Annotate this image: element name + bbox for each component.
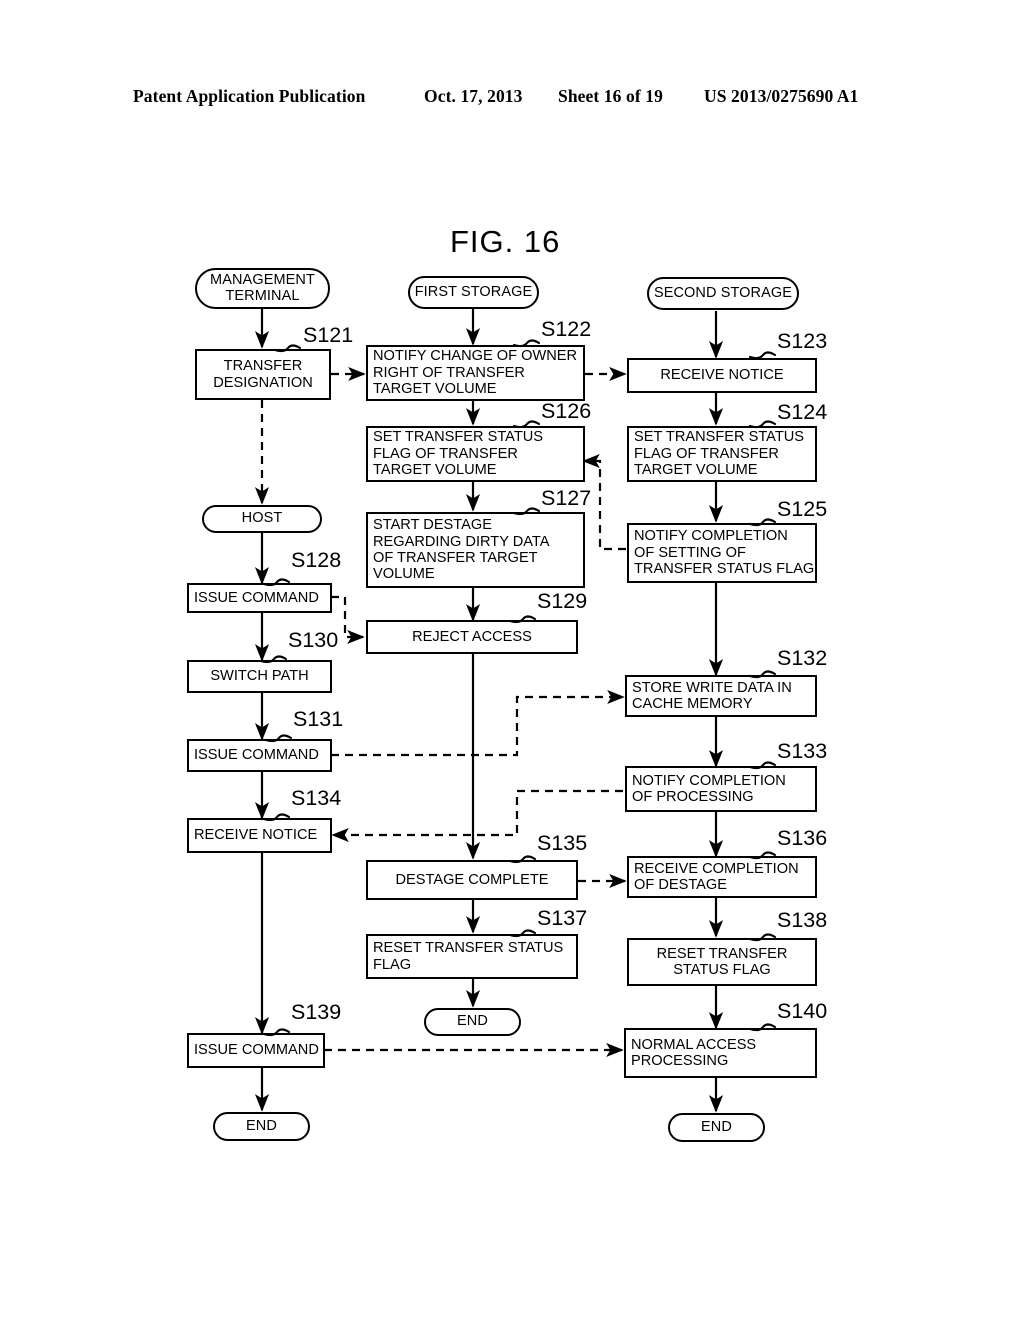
step-text: REJECT ACCESS <box>412 628 532 645</box>
step-s139-issue-command: ISSUE COMMAND <box>187 1033 325 1068</box>
step-label-s136: S136 <box>777 826 828 850</box>
step-text: SET TRANSFER STATUS FLAG OF TRANSFER TAR… <box>634 429 805 479</box>
step-label-s127: S127 <box>541 486 592 510</box>
step-label-s133: S133 <box>777 739 828 763</box>
lane-label: SECOND STORAGE <box>653 284 793 301</box>
step-text: NOTIFY COMPLETION OF SETTING OF TRANSFER… <box>634 528 815 578</box>
step-text: RECEIVE NOTICE <box>660 367 784 384</box>
step-s131-issue-command: ISSUE COMMAND <box>187 739 332 772</box>
step-text: TRANSFER DESIGNATION <box>213 358 313 391</box>
lane-host: HOST <box>202 505 322 533</box>
step-label-s132: S132 <box>777 646 828 670</box>
step-label-s126: S126 <box>541 399 592 423</box>
step-text: RECEIVE NOTICE <box>194 827 318 844</box>
lane-second-storage: SECOND STORAGE <box>647 277 799 310</box>
end-label: END <box>457 1013 488 1030</box>
step-label-s137: S137 <box>537 906 588 930</box>
step-label-s124: S124 <box>777 400 828 424</box>
end-label: END <box>701 1118 732 1135</box>
step-s136-receive-completion-destage: RECEIVE COMPLETION OF DESTAGE <box>627 856 817 898</box>
step-label-s121: S121 <box>303 323 354 347</box>
step-text: START DESTAGE REGARDING DIRTY DATA OF TR… <box>373 517 550 583</box>
step-s134-receive-notice: RECEIVE NOTICE <box>187 818 332 853</box>
step-s128-issue-command: ISSUE COMMAND <box>187 583 332 613</box>
step-s129-reject-access: REJECT ACCESS <box>366 620 578 654</box>
step-text: NOTIFY COMPLETION OF PROCESSING <box>632 772 786 805</box>
step-s124-set-transfer-status-flag: SET TRANSFER STATUS FLAG OF TRANSFER TAR… <box>627 426 817 482</box>
end-label: END <box>246 1117 277 1134</box>
step-text: ISSUE COMMAND <box>194 747 319 764</box>
step-label-s123: S123 <box>777 329 828 353</box>
flowchart-connectors <box>254 309 724 1113</box>
step-text: ISSUE COMMAND <box>194 1042 319 1059</box>
step-text: RECEIVE COMPLETION OF DESTAGE <box>634 860 799 893</box>
step-label-s130: S130 <box>288 628 339 652</box>
step-label-s128: S128 <box>291 548 342 572</box>
step-s122-notify-change-owner-right: NOTIFY CHANGE OF OWNER RIGHT OF TRANSFER… <box>366 345 585 401</box>
end-node-second-storage: END <box>668 1113 765 1142</box>
step-label-s122: S122 <box>541 317 592 341</box>
lane-management-terminal: MANAGEMENT TERMINAL <box>195 268 330 309</box>
step-label-s134: S134 <box>291 786 342 810</box>
step-label-s140: S140 <box>777 999 828 1023</box>
step-text: DESTAGE COMPLETE <box>395 871 549 888</box>
step-s123-receive-notice: RECEIVE NOTICE <box>627 358 817 393</box>
lane-label: HOST <box>241 510 283 527</box>
step-s137-reset-transfer-status-flag: RESET TRANSFER STATUS FLAG <box>366 934 578 979</box>
step-s121-transfer-designation: TRANSFER DESIGNATION <box>195 349 331 400</box>
step-text: STORE WRITE DATA IN CACHE MEMORY <box>632 679 792 712</box>
step-label-s138: S138 <box>777 908 828 932</box>
step-label-s135: S135 <box>537 831 588 855</box>
step-text: NORMAL ACCESS PROCESSING <box>631 1036 757 1069</box>
step-s133-notify-completion-processing: NOTIFY COMPLETION OF PROCESSING <box>625 766 817 812</box>
step-s140-normal-access-processing: NORMAL ACCESS PROCESSING <box>624 1028 817 1078</box>
patent-sheet: Patent Application Publication Oct. 17, … <box>0 0 1024 1320</box>
step-s125-notify-completion-setting: NOTIFY COMPLETION OF SETTING OF TRANSFER… <box>627 523 817 583</box>
step-s135-destage-complete: DESTAGE COMPLETE <box>366 860 578 900</box>
step-text: SET TRANSFER STATUS FLAG OF TRANSFER TAR… <box>373 429 544 479</box>
lane-label: MANAGEMENT TERMINAL <box>210 272 315 304</box>
end-node-first-storage: END <box>424 1008 521 1036</box>
step-text: RESET TRANSFER STATUS FLAG <box>656 945 788 978</box>
step-s138-reset-transfer-status-flag: RESET TRANSFER STATUS FLAG <box>627 938 817 986</box>
step-s132-store-write-data: STORE WRITE DATA IN CACHE MEMORY <box>625 675 817 717</box>
step-s126-set-transfer-status-flag: SET TRANSFER STATUS FLAG OF TRANSFER TAR… <box>366 426 585 482</box>
step-text: SWITCH PATH <box>210 668 309 685</box>
step-s127-start-destage: START DESTAGE REGARDING DIRTY DATA OF TR… <box>366 512 585 588</box>
step-label-s129: S129 <box>537 589 588 613</box>
step-label-s125: S125 <box>777 497 828 521</box>
end-node-management-terminal: END <box>213 1112 310 1141</box>
step-text: ISSUE COMMAND <box>194 589 319 606</box>
step-label-s131: S131 <box>293 707 344 731</box>
step-text: RESET TRANSFER STATUS FLAG <box>373 940 564 973</box>
lane-label: FIRST STORAGE <box>414 283 533 300</box>
step-s130-switch-path: SWITCH PATH <box>187 660 332 693</box>
step-text: NOTIFY CHANGE OF OWNER RIGHT OF TRANSFER… <box>373 348 578 398</box>
lane-first-storage: FIRST STORAGE <box>408 276 539 309</box>
step-label-s139: S139 <box>291 1000 342 1024</box>
